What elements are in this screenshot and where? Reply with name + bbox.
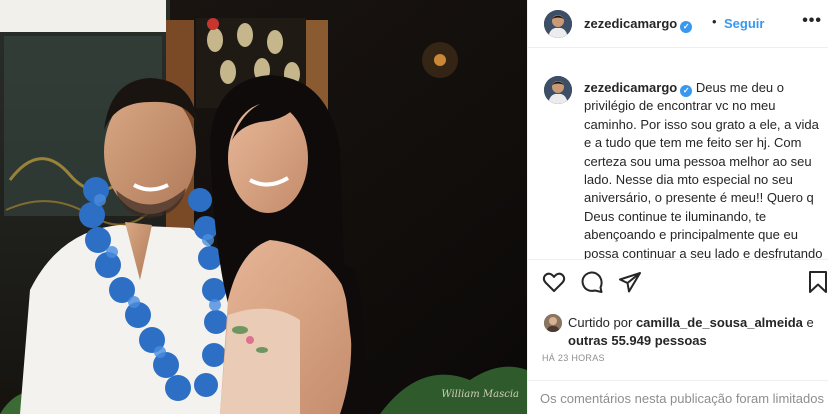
comments-divider (528, 380, 828, 381)
post-side-panel: zezedicamargo ✓ • Seguir ••• zezedicamarg… (528, 0, 828, 414)
share-icon[interactable] (618, 270, 644, 296)
caption-area: zezedicamargo ✓ Deus me deu o privilégio … (528, 63, 828, 259)
liker-avatar-image (544, 314, 562, 332)
separator-dot: • (712, 14, 717, 29)
bookmark-icon[interactable] (806, 270, 828, 296)
post-header: zezedicamargo ✓ • Seguir ••• (528, 0, 828, 48)
liked-by-connector: e (806, 315, 814, 330)
action-bar (528, 270, 828, 300)
avatar-image (544, 10, 572, 38)
comment-icon[interactable] (580, 270, 606, 296)
liker-username-link[interactable]: camilla_de_sousa_almeida (636, 315, 803, 330)
comments-limited-notice: Os comentários nesta publicação foram li… (540, 391, 824, 406)
more-options-icon[interactable]: ••• (802, 12, 822, 30)
verified-badge-icon: ✓ (680, 85, 693, 97)
caption-username-link[interactable]: zezedicamargo ✓ (584, 80, 693, 97)
post-photo-illustration (0, 0, 527, 414)
avatar[interactable] (544, 10, 572, 38)
photo-watermark: William Mascia (441, 389, 519, 400)
caption-text: Deus me deu o privilégio de encontrar vc… (584, 80, 823, 259)
follow-button[interactable]: Seguir (724, 16, 764, 31)
post-caption: zezedicamargo ✓ Deus me deu o privilégio … (584, 79, 824, 259)
caption-username-text: zezedicamargo (584, 80, 678, 95)
verified-badge-icon: ✓ (680, 21, 693, 33)
avatar-image (544, 76, 572, 104)
likes-count-link[interactable]: outras 55.949 pessoas (568, 333, 707, 348)
username-link[interactable]: zezedicamargo ✓ (584, 16, 693, 33)
post-photo[interactable]: William Mascia (0, 0, 527, 414)
likes-line-1: Curtido por camilla_de_sousa_almeida e (568, 315, 814, 330)
post-timestamp[interactable]: HÁ 23 HORAS (542, 353, 605, 363)
likes-line-2: outras 55.949 pessoas (568, 333, 707, 348)
liked-by-prefix: Curtido por (568, 315, 633, 330)
likes-summary: Curtido por camilla_de_sousa_almeida e o… (542, 312, 828, 352)
actions-divider (528, 259, 828, 260)
liker-avatar[interactable] (544, 314, 562, 332)
username-text: zezedicamargo (584, 16, 678, 31)
avatar[interactable] (544, 76, 572, 104)
heart-icon[interactable] (542, 270, 568, 296)
instagram-post: William Mascia zezedicamargo ✓ • Seguir •… (0, 0, 828, 414)
